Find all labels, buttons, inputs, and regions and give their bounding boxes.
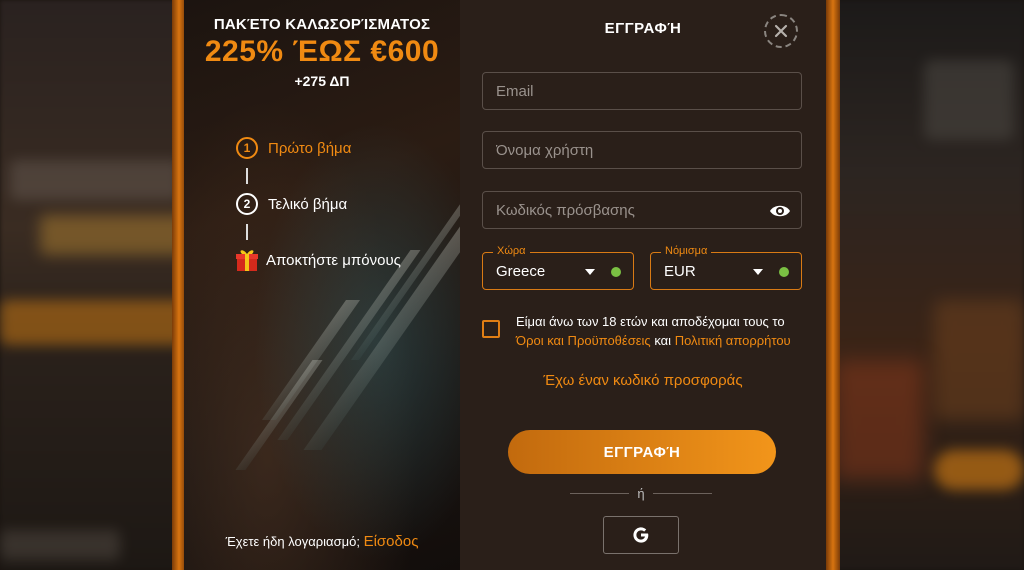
registration-steps: 1 Πρώτο βήμα 2 Τελικό βήμα Αποκτήστε μπό… [236,134,401,274]
gift-icon [234,247,260,273]
terms-conditions-link[interactable]: Όροι και Προϋποθέσεις [516,333,651,348]
google-signin-button[interactable] [603,516,679,554]
valid-check-icon [611,267,621,277]
terms-text: Είμαι άνω των 18 ετών και αποδέχομαι του… [516,312,791,350]
registration-form: ΕΓΓΡΑΦΉ Χώρα Greece [460,0,826,570]
country-value: Greece [496,263,546,280]
step-connector [246,168,248,184]
promo-bonus-amount: 225% ΈΩΣ €600 [204,35,440,68]
currency-select[interactable]: Νόμισμα EUR [650,245,802,290]
eye-icon[interactable] [769,202,791,220]
google-icon [633,527,649,543]
modal-frame-right [826,0,840,570]
background-left [0,0,200,570]
step-bonus-label: Αποκτήστε μπόνους [266,251,401,269]
privacy-policy-link[interactable]: Πολιτική απορρήτου [675,333,791,348]
background-right [824,0,1024,570]
terms-row: Είμαι άνω των 18 ετών και αποδέχομαι του… [482,312,802,350]
register-button[interactable]: ΕΓΓΡΑΦΉ [508,430,776,474]
step-1: 1 Πρώτο βήμα [236,134,401,162]
step-bonus: Αποκτήστε μπόνους [236,246,401,274]
currency-value: EUR [664,263,696,280]
registration-modal: ΠΑΚΈΤΟ ΚΑΛΩΣΟΡΊΣΜΑΤΟΣ 225% ΈΩΣ €600 +275… [184,0,826,570]
step-1-number-icon: 1 [236,137,258,159]
promo-extra-points: +275 ΔΠ [294,73,350,89]
login-prompt-row: Έχετε ήδη λογαριασμό; Είσοδος [184,533,460,550]
or-label: ή [637,486,645,501]
country-label: Χώρα [493,245,530,257]
username-input[interactable] [483,132,801,168]
login-link[interactable]: Είσοδος [364,533,419,550]
terms-checkbox[interactable] [482,320,500,338]
step-connector [246,224,248,240]
password-input[interactable] [483,192,801,228]
chevron-down-icon [753,269,763,275]
promo-header: ΠΑΚΈΤΟ ΚΑΛΩΣΟΡΊΣΜΑΤΟΣ 225% ΈΩΣ €600 +275… [184,16,460,89]
step-2-number-icon: 2 [236,193,258,215]
terms-and: και [654,333,672,348]
promo-code-link[interactable]: Έχω έναν κωδικό προσφοράς [460,372,826,389]
close-button[interactable] [764,14,798,48]
chevron-down-icon [585,269,595,275]
terms-statement: Είμαι άνω των 18 ετών και αποδέχομαι του… [516,314,785,329]
email-field[interactable] [482,72,802,110]
password-field[interactable] [482,191,802,229]
promo-panel: ΠΑΚΈΤΟ ΚΑΛΩΣΟΡΊΣΜΑΤΟΣ 225% ΈΩΣ €600 +275… [184,0,460,570]
step-1-label: Πρώτο βήμα [268,139,352,157]
or-divider: ή [570,486,713,501]
step-2-label: Τελικό βήμα [268,195,348,213]
email-input[interactable] [483,73,801,109]
promo-kicker: ΠΑΚΈΤΟ ΚΑΛΩΣΟΡΊΣΜΑΤΟΣ [213,16,431,33]
login-prompt-text: Έχετε ήδη λογαριασμό; [225,534,360,549]
close-icon [774,24,788,38]
valid-check-icon [779,267,789,277]
username-field[interactable] [482,131,802,169]
country-select[interactable]: Χώρα Greece [482,245,634,290]
currency-label: Νόμισμα [661,245,712,257]
step-2: 2 Τελικό βήμα [236,190,401,218]
